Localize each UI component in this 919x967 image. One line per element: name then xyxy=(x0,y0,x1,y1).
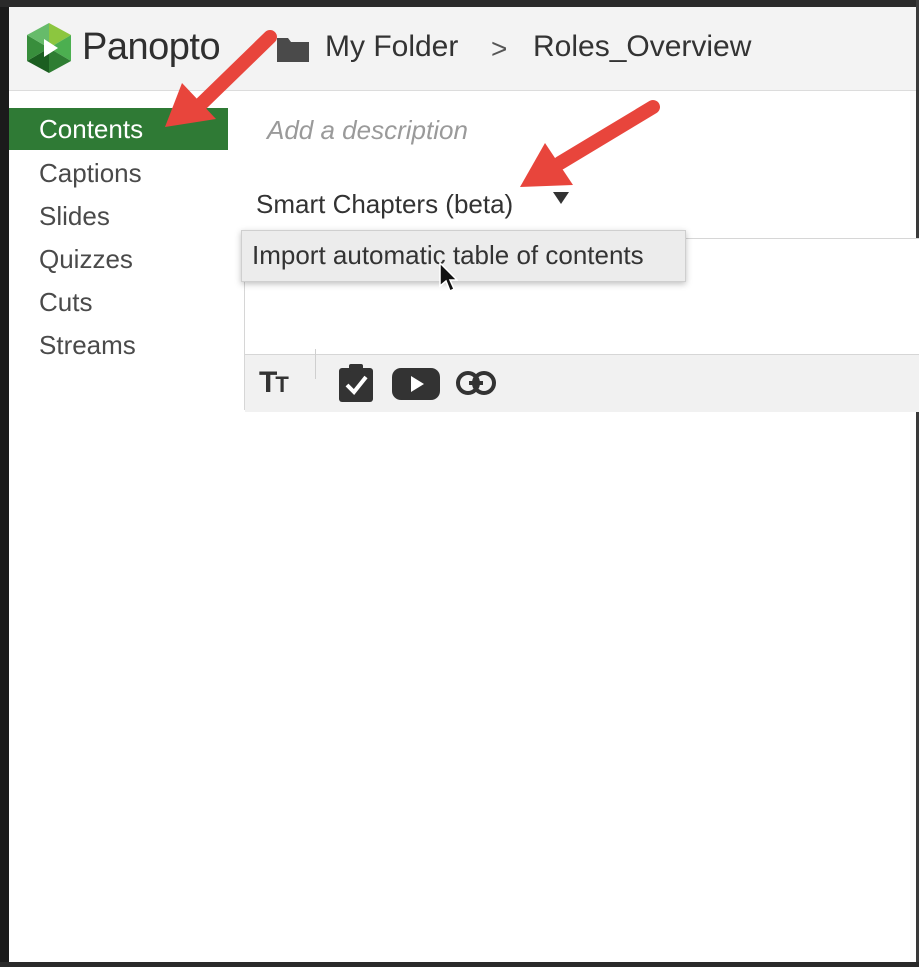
app-header: Panopto My Folder > Roles_Overview xyxy=(9,7,916,91)
sidebar-item-streams[interactable]: Streams xyxy=(9,324,228,366)
toolbar-divider xyxy=(315,349,316,379)
dropdown-menu: Import automatic table of contents xyxy=(241,230,686,282)
window-border-left xyxy=(0,0,9,967)
sidebar-item-slides[interactable]: Slides xyxy=(9,195,228,237)
youtube-icon[interactable] xyxy=(391,363,441,403)
window-border-top xyxy=(0,0,919,7)
clipboard-check-icon[interactable] xyxy=(337,363,375,403)
sidebar-item-quizzes[interactable]: Quizzes xyxy=(9,238,228,280)
link-icon[interactable] xyxy=(455,363,497,403)
panopto-logo-icon xyxy=(27,23,71,73)
breadcrumb-session-title: Roles_Overview xyxy=(533,30,752,63)
annotation-arrow-icon xyxy=(165,30,277,127)
sidebar-item-captions[interactable]: Captions xyxy=(9,152,228,194)
description-input[interactable]: Add a description xyxy=(267,110,468,150)
editor-toolbar: TT xyxy=(245,349,919,412)
window-border-bottom xyxy=(0,962,919,967)
mouse-cursor-icon xyxy=(439,262,458,293)
annotation-arrow-icon xyxy=(520,100,660,187)
smart-chapters-dropdown[interactable]: Smart Chapters (beta) xyxy=(256,184,513,224)
sidebar-item-cuts[interactable]: Cuts xyxy=(9,281,228,323)
chevron-right-icon: > xyxy=(491,33,508,64)
breadcrumb-folder[interactable]: My Folder xyxy=(325,27,458,67)
text-size-icon[interactable]: TT xyxy=(259,365,289,403)
